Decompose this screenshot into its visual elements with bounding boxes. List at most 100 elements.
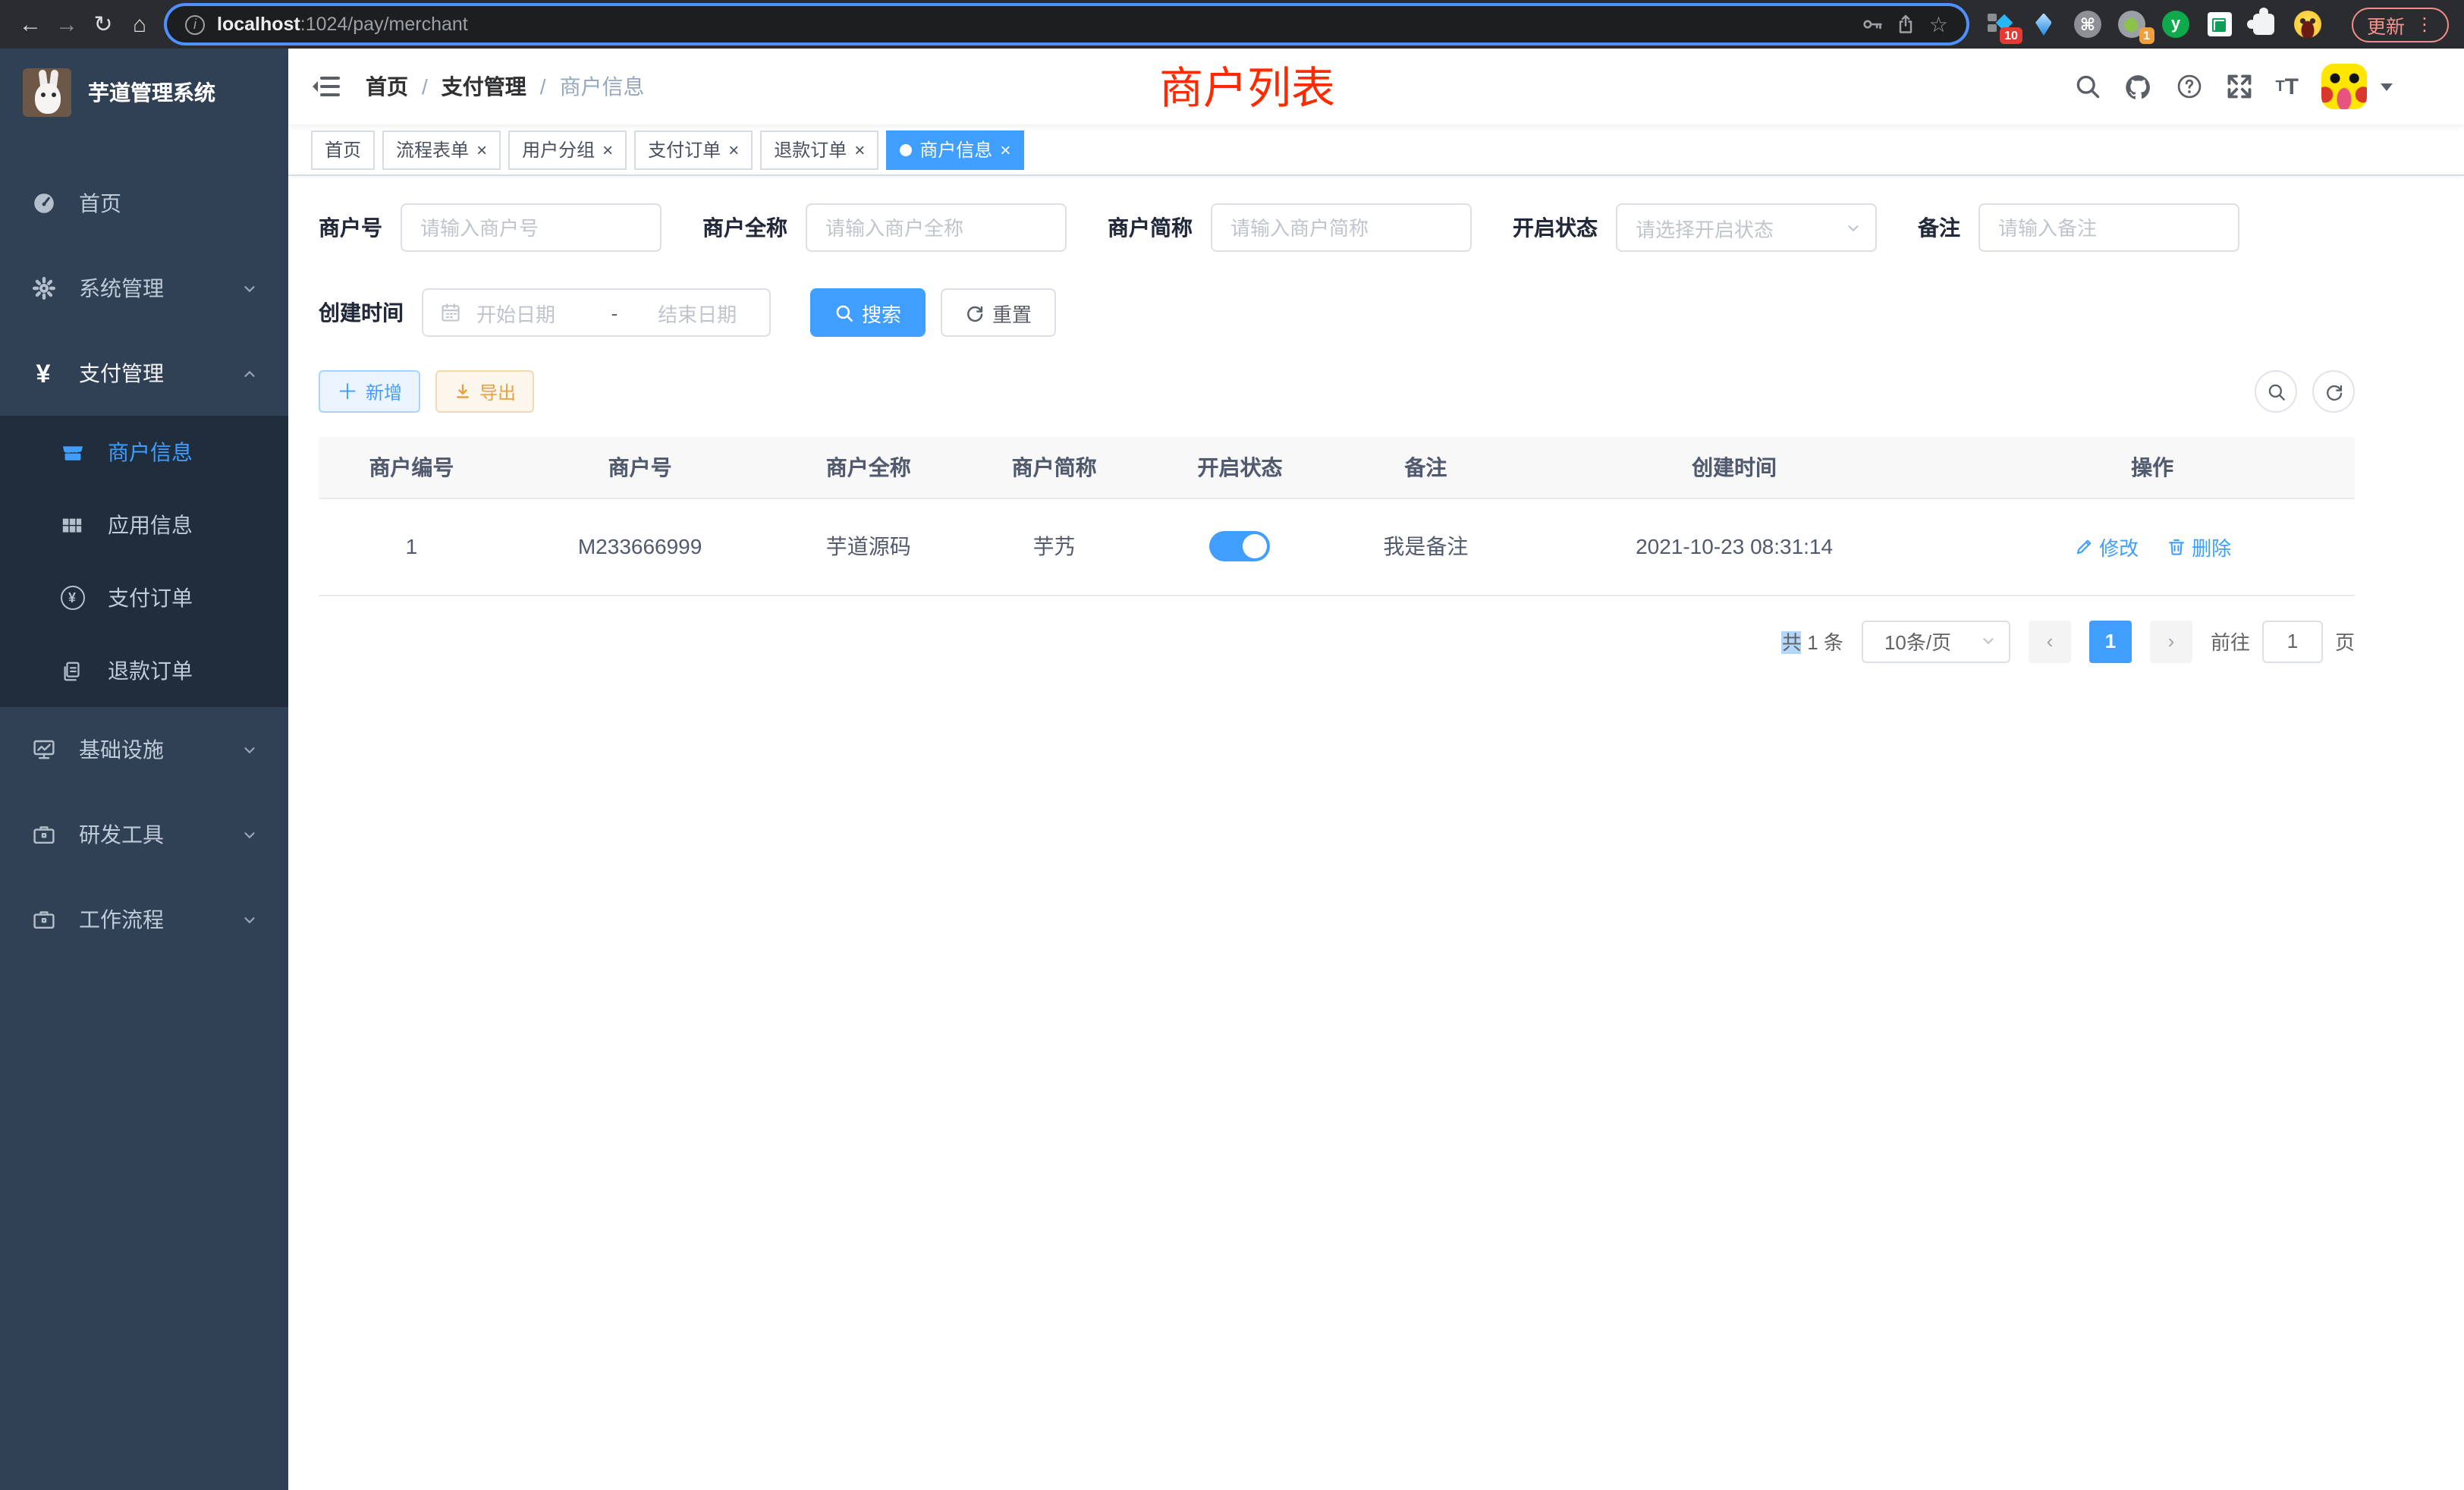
calendar-icon [440, 302, 461, 323]
extension-sheet-icon[interactable] [2205, 9, 2235, 39]
sidebar-item-pay-order[interactable]: ¥ 支付订单 [0, 561, 288, 634]
cell-status [1147, 498, 1333, 595]
close-icon[interactable]: × [602, 140, 613, 159]
profile-emoji-icon[interactable] [2293, 9, 2323, 39]
table-header-row: 商户编号 商户号 商户全称 商户简称 开启状态 备注 创建时间 操作 [319, 437, 2355, 498]
chevron-up-icon [241, 365, 258, 382]
site-info-icon[interactable]: i [185, 14, 205, 34]
cell-merchant-no: M233666999 [504, 498, 775, 595]
avatar-caret-down-icon[interactable] [2381, 83, 2393, 90]
extension-badge: 1 [2139, 27, 2154, 44]
app-title: 芋道管理系统 [88, 77, 215, 108]
tab-pay-order[interactable]: 支付订单× [634, 130, 753, 169]
breadcrumb-separator: / [540, 74, 546, 99]
extension-command-icon[interactable]: ⌘ [2073, 9, 2103, 39]
sidebar-item-home[interactable]: 首页 [0, 161, 288, 246]
tab-process-form[interactable]: 流程表单× [382, 130, 501, 169]
date-separator: - [602, 301, 627, 324]
chevron-down-icon [241, 911, 258, 928]
refresh-button[interactable] [2312, 370, 2355, 413]
browser-chrome: ← → ↻ ⌂ i localhost:1024/pay/merchant ☆ … [0, 0, 2464, 49]
sidebar-item-merchant-info[interactable]: 商户信息 [0, 416, 288, 489]
extensions-row: 10 ⌘ 1 y 更新 ⋮ [1982, 7, 2452, 42]
tab-home[interactable]: 首页 [311, 130, 375, 169]
url-bar[interactable]: i localhost:1024/pay/merchant ☆ [167, 6, 1966, 42]
merchant-name-input[interactable] [806, 203, 1067, 252]
close-icon[interactable]: × [854, 140, 865, 159]
breadcrumb-pay[interactable]: 支付管理 [442, 71, 526, 102]
extensions-puzzle-icon[interactable] [2249, 9, 2279, 39]
browser-update-button[interactable]: 更新 ⋮ [2352, 7, 2449, 42]
dashboard-icon [30, 190, 56, 216]
remark-input[interactable] [1978, 203, 2239, 252]
sidebar-item-pay[interactable]: ¥ 支付管理 [0, 331, 288, 416]
fullscreen-icon[interactable] [2225, 73, 2252, 100]
sidebar-collapse-icon[interactable] [311, 71, 341, 102]
extension-kite-icon[interactable] [2029, 9, 2059, 39]
home-icon[interactable]: ⌂ [121, 6, 158, 42]
help-icon[interactable] [2175, 73, 2202, 100]
sidebar-item-refund-order[interactable]: 退款订单 [0, 634, 288, 707]
sidebar-item-app-info[interactable]: 应用信息 [0, 489, 288, 561]
reset-button[interactable]: 重置 [941, 288, 1056, 337]
page-content: 商户号 商户全称 商户简称 开启状态 请选择开启状态 [288, 176, 2464, 1490]
tab-refund-order[interactable]: 退款订单× [760, 130, 878, 169]
delete-link[interactable]: 删除 [2166, 532, 2231, 561]
filter-label: 商户简称 [1108, 212, 1193, 243]
merchant-short-input[interactable] [1211, 203, 1472, 252]
tab-user-group[interactable]: 用户分组× [508, 130, 627, 169]
navbar-actions: TT [2073, 64, 2441, 109]
toggle-search-button[interactable] [2255, 370, 2297, 413]
chevron-down-icon [241, 280, 258, 297]
sidebar-item-system[interactable]: 系统管理 [0, 246, 288, 331]
sidebar-item-devtools[interactable]: 研发工具 [0, 792, 288, 877]
tab-merchant-info[interactable]: 商户信息× [886, 130, 1024, 169]
close-icon[interactable]: × [1000, 140, 1010, 159]
password-key-icon[interactable] [1862, 14, 1884, 35]
font-size-icon[interactable]: TT [2275, 74, 2299, 99]
close-icon[interactable]: × [476, 140, 487, 159]
sidebar-menu: 首页 系统管理 ¥ 支付管理 [0, 161, 288, 962]
filter-row-1: 商户号 商户全称 商户简称 开启状态 请选择开启状态 [319, 203, 2355, 252]
browser-menu-icon[interactable]: ⋮ [2415, 17, 2434, 32]
filter-label: 创建时间 [319, 297, 404, 328]
sidebar-item-infra[interactable]: 基础设施 [0, 707, 288, 792]
page-1-button[interactable]: 1 [2089, 620, 2132, 662]
avatar[interactable] [2321, 64, 2367, 109]
table-toolbar: ＋ 新增 导出 [319, 370, 2355, 413]
forward-icon[interactable]: → [49, 6, 85, 42]
status-select[interactable]: 请选择开启状态 [1616, 203, 1877, 252]
status-toggle[interactable] [1210, 531, 1271, 561]
cell-create-time: 2021-10-23 08:31:14 [1519, 498, 1950, 595]
back-icon[interactable]: ← [12, 6, 49, 42]
page-size-select[interactable]: 10条/页 [1862, 620, 2010, 662]
next-page-button[interactable]: › [2150, 620, 2192, 662]
extension-y-icon[interactable]: y [2161, 9, 2191, 39]
merchant-no-input[interactable] [401, 203, 662, 252]
create-time-range-picker[interactable]: 开始日期 - 结束日期 [422, 288, 771, 337]
breadcrumb-home[interactable]: 首页 [366, 71, 408, 102]
reload-icon[interactable]: ↻ [85, 6, 121, 42]
bookmark-star-icon[interactable]: ☆ [1929, 11, 1948, 37]
github-icon[interactable] [2123, 72, 2152, 101]
prev-page-button[interactable]: ‹ [2029, 620, 2071, 662]
search-icon[interactable] [2073, 73, 2101, 100]
briefcase-icon [30, 907, 56, 932]
col-merchant-id: 商户编号 [319, 437, 504, 498]
filter-row-2: 创建时间 开始日期 - 结束日期 搜索 重置 [319, 288, 2355, 337]
sidebar: 芋道管理系统 首页 系统管理 ¥ 支付管 [0, 49, 288, 1490]
goto-page-input[interactable] [2262, 620, 2323, 662]
search-button[interactable]: 搜索 [810, 288, 926, 337]
close-icon[interactable]: × [728, 140, 739, 159]
export-button[interactable]: 导出 [435, 370, 534, 413]
cell-remark: 我是备注 [1333, 498, 1519, 595]
edit-link[interactable]: 修改 [2073, 532, 2139, 561]
sidebar-logo[interactable]: 芋道管理系统 [0, 49, 288, 137]
sidebar-item-workflow[interactable]: 工作流程 [0, 877, 288, 962]
filter-label: 商户全称 [702, 212, 787, 243]
extension-diamond-icon[interactable]: 10 [1985, 9, 2015, 39]
share-icon[interactable] [1896, 14, 1917, 35]
logo-rabbit-image [23, 68, 71, 117]
extension-recorder-icon[interactable]: 1 [2117, 9, 2147, 39]
add-button[interactable]: ＋ 新增 [319, 370, 420, 413]
